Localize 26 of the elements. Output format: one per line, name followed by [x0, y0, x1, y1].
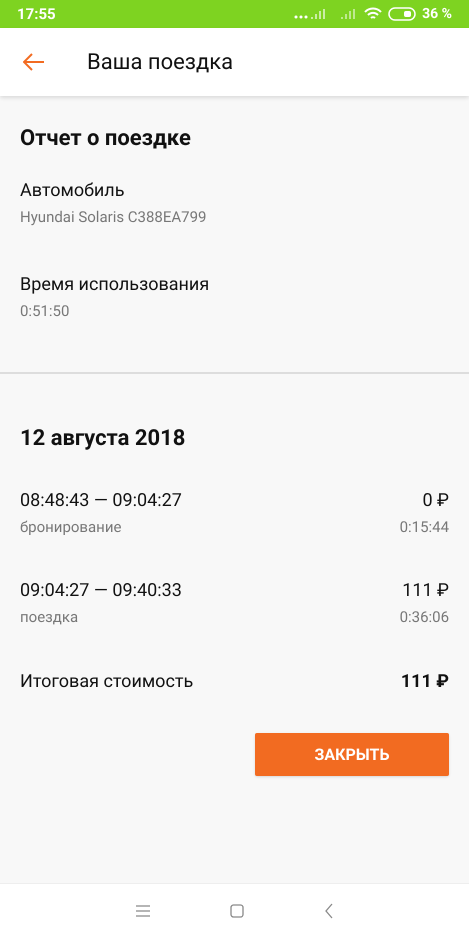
- field-value: Hyundai Solaris С388ЕА799: [20, 207, 208, 228]
- time-interval: 09:04:27 — 09:40:33: [20, 578, 182, 602]
- field-label: Время использования: [20, 272, 210, 296]
- battery-percent: 36 %: [422, 4, 452, 24]
- status-time: 17:55: [17, 4, 56, 25]
- back-icon[interactable]: [324, 903, 334, 919]
- wifi-icon: [364, 7, 382, 21]
- segment-price: 0 ₽: [422, 489, 449, 513]
- total-price: 111 ₽: [400, 670, 449, 694]
- segment-price: 111 ₽: [402, 578, 449, 602]
- screen-title: Ваша поездка: [87, 48, 234, 76]
- total-label: Итоговая стоимость: [20, 670, 194, 694]
- battery-icon: [388, 7, 416, 21]
- field-label: Автомобиль: [20, 179, 126, 203]
- segment-type: бронирование: [20, 517, 122, 538]
- date-heading: 12 августа 2018: [20, 425, 186, 453]
- segment-type: поездка: [20, 606, 78, 628]
- time-interval: 08:48:43 — 09:04:27: [20, 489, 182, 513]
- home-icon[interactable]: [230, 904, 244, 918]
- field-value: 0:51:50: [20, 300, 70, 322]
- back-arrow-icon: [23, 53, 45, 71]
- segment-duration: 0:36:06: [400, 606, 449, 628]
- close-button[interactable]: ЗАКРЫТЬ: [255, 733, 449, 776]
- section-title: Отчет о поездке: [20, 125, 192, 153]
- segment-duration: 0:15:44: [400, 517, 449, 538]
- menu-icon[interactable]: [136, 905, 150, 917]
